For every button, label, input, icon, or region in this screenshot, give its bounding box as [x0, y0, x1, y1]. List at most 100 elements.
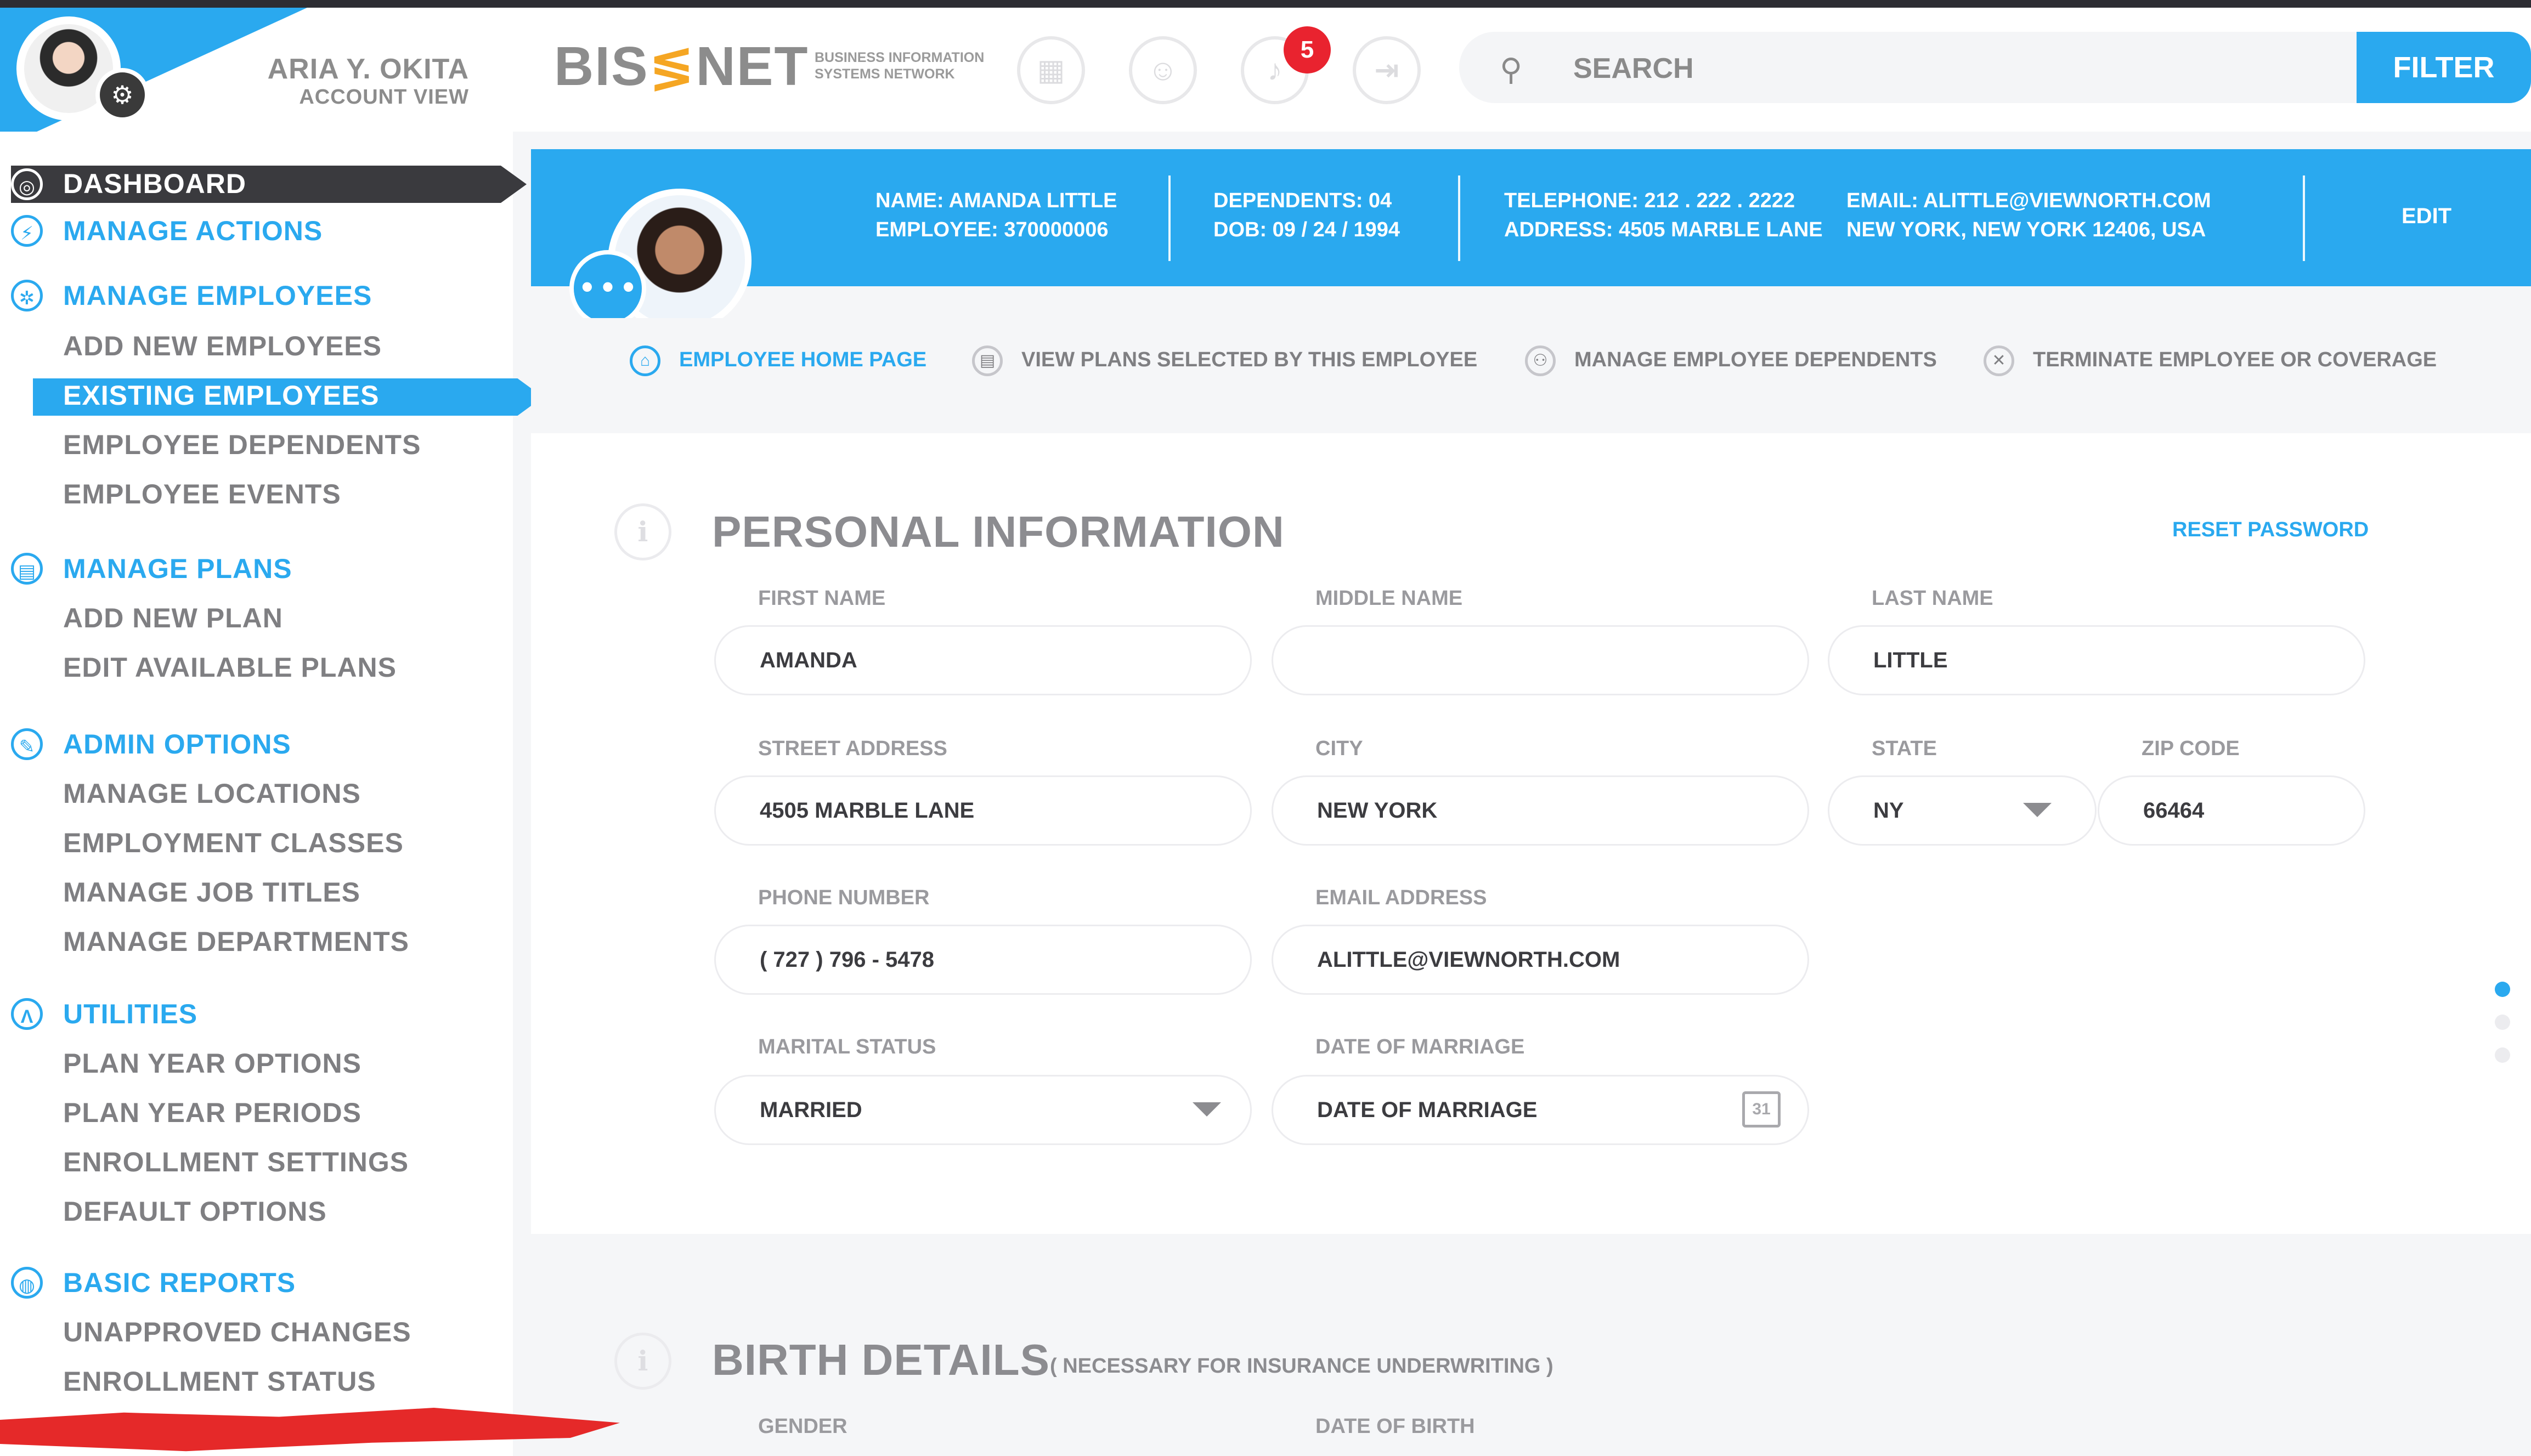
search-icon: ⚲ [1500, 52, 1523, 87]
dashboard-icon: ◎ [11, 168, 43, 200]
tab-label: TERMINATE EMPLOYEE OR COVERAGE [2033, 348, 2437, 372]
more-options-button[interactable]: • • • [569, 250, 646, 327]
employee-contact: TELEPHONE: 212 . 222 . 2222 ADDRESS: 450… [1504, 186, 1823, 245]
people-icon: ⚇ [1525, 345, 1556, 376]
calendar-icon[interactable]: 31 [1742, 1091, 1781, 1128]
employee-dependents-dob: DEPENDENTS: 04 DOB: 09 / 24 / 1994 [1213, 186, 1400, 245]
page-dot[interactable] [2495, 1015, 2510, 1030]
tab-label: EMPLOYEE HOME PAGE [679, 348, 927, 372]
first-name-field[interactable]: AMANDA [714, 625, 1252, 695]
divider [2303, 175, 2305, 261]
date-of-birth-label: DATE OF BIRTH [1315, 1415, 1475, 1438]
sidebar-item-manage-plans[interactable]: MANAGE PLANS [63, 553, 292, 585]
sidebar-item-manage-employees[interactable]: MANAGE EMPLOYEES [63, 280, 372, 311]
grid-icon[interactable]: ▦ [1017, 36, 1085, 104]
zip-code-field[interactable]: 66464 [2098, 775, 2365, 846]
email-address-label: EMAIL ADDRESS [1315, 886, 1487, 909]
street-address-field[interactable]: 4505 MARBLE LANE [714, 775, 1252, 846]
close-icon: ✕ [1984, 345, 2014, 376]
gear-icon[interactable]: ⚙ [95, 68, 149, 122]
sidebar-item-enrollment-settings[interactable]: ENROLLMENT SETTINGS [63, 1146, 409, 1178]
sidebar-item-utilities[interactable]: UTILITIES [63, 998, 197, 1030]
sidebar-item-employee-events[interactable]: EMPLOYEE EVENTS [63, 478, 341, 510]
support-icon[interactable]: ☺ [1129, 36, 1197, 104]
birth-details-note: ( NECESSARY FOR INSURANCE UNDERWRITING ) [1050, 1355, 1553, 1378]
sidebar-item-manage-locations[interactable]: MANAGE LOCATIONS [63, 778, 361, 809]
clipboard-icon: ▤ [11, 553, 43, 585]
sidebar-item-add-new-plan[interactable]: ADD NEW PLAN [63, 602, 283, 634]
section-title-personal: PERSONAL INFORMATION [712, 507, 1285, 556]
sidebar-item-manage-departments[interactable]: MANAGE DEPARTMENTS [63, 926, 409, 958]
chevron-down-icon[interactable] [2023, 803, 2052, 817]
edit-employee-button[interactable]: EDIT [2402, 204, 2451, 229]
sidebar-item-manage-actions[interactable]: MANAGE ACTIONS [63, 215, 323, 247]
report-icon: ◍ [11, 1267, 43, 1299]
employee-address: ADDRESS: 4505 MARBLE LANE [1504, 218, 1823, 241]
reset-password-link[interactable]: RESET PASSWORD [2172, 518, 2369, 542]
date-of-marriage-field[interactable]: DATE OF MARRIAGE [1272, 1075, 1809, 1145]
tab-employee-home-page[interactable]: ⌂ EMPLOYEE HOME PAGE [630, 345, 926, 376]
state-select[interactable]: NY [1828, 775, 2097, 846]
brand-logo: BIS≶NET [554, 34, 809, 98]
sidebar-item-add-new-employees[interactable]: ADD NEW EMPLOYEES [63, 330, 382, 362]
search-input[interactable] [1572, 46, 2331, 91]
gender-label: GENDER [758, 1415, 848, 1438]
brand-tagline-line1: BUSINESS INFORMATION [815, 50, 985, 65]
page-dot[interactable] [2495, 1047, 2510, 1063]
sidebar-item-basic-reports[interactable]: BASIC REPORTS [63, 1267, 296, 1299]
compass-icon: Λ [11, 998, 43, 1030]
logo-mark-icon: ≶ [648, 36, 696, 97]
phone-number-field[interactable]: ( 727 ) 796 - 5478 [714, 925, 1252, 995]
city-field[interactable]: NEW YORK [1272, 775, 1809, 846]
employee-email: EMAIL: ALITTLE@VIEWNORTH.COM [1846, 189, 2211, 212]
lightning-icon: ⚡ [11, 215, 43, 247]
employee-number: EMPLOYEE: 370000006 [875, 218, 1109, 241]
sidebar-item-default-options[interactable]: DEFAULT OPTIONS [63, 1196, 327, 1227]
date-of-marriage-label: DATE OF MARRIAGE [1315, 1035, 1525, 1058]
employee-email-city: EMAIL: ALITTLE@VIEWNORTH.COM NEW YORK, N… [1846, 186, 2211, 245]
sidebar-item-plan-year-periods[interactable]: PLAN YEAR PERIODS [63, 1097, 361, 1129]
home-icon: ⌂ [630, 345, 660, 376]
logo-text-left: BIS [554, 36, 649, 97]
clipboard-icon: ▤ [972, 345, 1003, 376]
tab-view-plans[interactable]: ▤ VIEW PLANS SELECTED BY THIS EMPLOYEE [972, 345, 1477, 376]
logout-icon[interactable]: ⇥ [1353, 36, 1421, 104]
divider [1168, 175, 1171, 261]
employee-city: NEW YORK, NEW YORK 12406, USA [1846, 218, 2206, 241]
wheel-icon: ✲ [11, 280, 43, 311]
email-address-field[interactable]: ALITTLE@VIEWNORTH.COM [1272, 925, 1809, 995]
sidebar-item-employment-classes[interactable]: EMPLOYMENT CLASSES [63, 827, 404, 859]
tab-terminate[interactable]: ✕ TERMINATE EMPLOYEE OR COVERAGE [1984, 345, 2437, 376]
sidebar-item-edit-available-plans[interactable]: EDIT AVAILABLE PLANS [63, 651, 397, 683]
tab-label: VIEW PLANS SELECTED BY THIS EMPLOYEE [1021, 348, 1478, 372]
tab-label: MANAGE EMPLOYEE DEPENDENTS [1574, 348, 1937, 372]
sidebar-item-plan-year-options[interactable]: PLAN YEAR OPTIONS [63, 1047, 361, 1079]
logo-text-right: NET [696, 36, 809, 97]
middle-name-field[interactable] [1272, 625, 1809, 695]
sidebar-item-manage-job-titles[interactable]: MANAGE JOB TITLES [63, 876, 360, 908]
marital-status-select[interactable]: MARRIED [714, 1075, 1252, 1145]
employee-dependents: DEPENDENTS: 04 [1213, 189, 1392, 212]
divider [1458, 175, 1460, 261]
sidebar-item-employee-dependents[interactable]: EMPLOYEE DEPENDENTS [63, 429, 421, 461]
notification-badge: 5 [1284, 26, 1331, 73]
employee-name-id: NAME: AMANDA LITTLE EMPLOYEE: 370000006 [875, 186, 1117, 245]
filter-button[interactable]: FILTER [2357, 32, 2531, 103]
tab-manage-dependents[interactable]: ⚇ MANAGE EMPLOYEE DEPENDENTS [1525, 345, 1937, 376]
last-name-field[interactable]: LITTLE [1828, 625, 2365, 695]
marital-status-label: MARITAL STATUS [758, 1035, 936, 1058]
sidebar-item-existing-employees[interactable]: EXISTING EMPLOYEES [63, 379, 379, 411]
city-label: CITY [1315, 737, 1363, 760]
sidebar-item-admin-options[interactable]: ADMIN OPTIONS [63, 728, 291, 760]
chevron-down-icon[interactable] [1193, 1102, 1221, 1117]
street-address-label: STREET ADDRESS [758, 737, 947, 760]
last-name-label: LAST NAME [1872, 587, 1993, 610]
employee-dob: DOB: 09 / 24 / 1994 [1213, 218, 1400, 241]
sidebar-item-dashboard[interactable]: DASHBOARD [63, 168, 246, 200]
section-title-birth: BIRTH DETAILS [712, 1335, 1050, 1384]
brand-tagline: BUSINESS INFORMATION SYSTEMS NETWORK [815, 49, 984, 82]
sidebar-item-enrollment-status[interactable]: ENROLLMENT STATUS [63, 1366, 376, 1397]
info-icon: ℹ [614, 1333, 671, 1390]
sidebar-item-unapproved-changes[interactable]: UNAPPROVED CHANGES [63, 1316, 411, 1348]
page-dot-active[interactable] [2495, 982, 2510, 997]
